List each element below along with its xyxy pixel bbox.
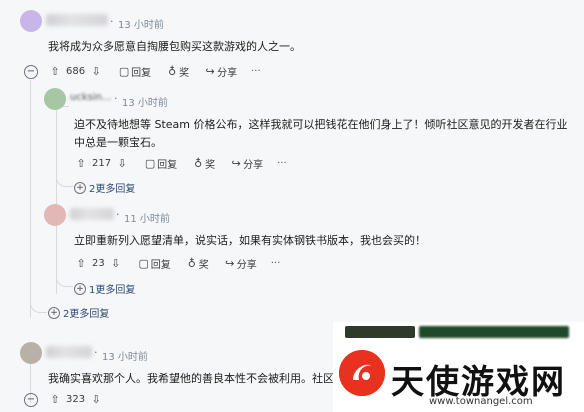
plus-icon: + <box>74 282 86 295</box>
award-label: 奖 <box>198 260 209 271</box>
vote-count: 686 <box>66 66 86 77</box>
comment-icon: ▢ <box>138 257 149 270</box>
award-button[interactable]: ♁ 奖 <box>191 156 215 171</box>
comment: ucksin... · 13 小时前 迫不及待地想等 Steam 价格公布，这样… <box>0 86 584 196</box>
comment-text: 立即重新列入愿望清单，说实话，如果有实体钢铁书版本，我也会买的！ <box>74 234 426 247</box>
vote-count: 217 <box>92 158 112 169</box>
avatar[interactable] <box>44 204 66 226</box>
comment-time: 13 小时前 <box>122 98 168 109</box>
share-button[interactable]: ↪ 分享 <box>223 256 257 271</box>
arrow-down-icon[interactable]: ⇩ <box>89 393 103 406</box>
reply-label: 回复 <box>150 260 171 271</box>
watermark-bar <box>345 326 415 338</box>
action-bar: ⇧ 217 ⇩ ▢ 回复 ♁ 奖 ↪ 分享 ··· <box>74 156 287 171</box>
watermark-overlay: 天使游戏网 www.townangel.com <box>333 322 584 412</box>
share-button[interactable]: ↪ 分享 <box>229 156 263 171</box>
more-options-icon[interactable]: ··· <box>271 258 281 269</box>
vote-count: 323 <box>66 394 86 405</box>
comment-time: 11 小时前 <box>124 214 170 225</box>
share-icon: ↪ <box>225 257 235 270</box>
action-bar: ⇧ 323 ⇩ <box>48 393 103 406</box>
arrow-up-icon[interactable]: ⇧ <box>74 157 88 170</box>
more-replies-link[interactable]: +2更多回复 <box>74 180 135 195</box>
award-button[interactable]: ♁ 奖 <box>185 256 209 271</box>
reply-button[interactable]: ▢ 回复 <box>117 64 151 79</box>
separator-dot: · <box>94 346 98 359</box>
comment-icon: ▢ <box>144 157 156 170</box>
separator-dot: · <box>114 92 118 105</box>
vote-count: 23 <box>92 258 105 269</box>
username-blurred[interactable] <box>70 208 114 220</box>
arrow-up-icon[interactable]: ⇧ <box>74 257 88 270</box>
share-icon: ↪ <box>205 65 215 78</box>
username[interactable]: ucksin... <box>70 92 112 103</box>
username-blurred[interactable] <box>46 346 92 358</box>
comment-text: 我将成为众多愿意自掏腰包购买这款游戏的人之一。 <box>48 40 301 53</box>
more-replies-label: 2更多回复 <box>89 184 136 195</box>
more-replies-link[interactable]: +2更多回复 <box>48 305 109 320</box>
watermark-logo-icon <box>339 350 385 396</box>
share-button[interactable]: ↪ 分享 <box>203 64 237 79</box>
comment-text: 迫不及待地想等 Steam 价格公布，这样我就可以把钱花在他们身上了！倾听社区意… <box>74 118 568 149</box>
award-label: 奖 <box>205 160 216 171</box>
arrow-down-icon[interactable]: ⇩ <box>89 65 103 78</box>
arrow-up-icon[interactable]: ⇧ <box>48 65 62 78</box>
watermark-url: www.townangel.com <box>429 396 533 407</box>
award-icon: ♁ <box>187 257 196 270</box>
reply-label: 回复 <box>157 160 178 171</box>
more-replies-link[interactable]: +1更多回复 <box>74 281 135 296</box>
more-replies-label: 2更多回复 <box>63 309 110 320</box>
plus-icon: + <box>48 306 60 319</box>
plus-icon: + <box>74 181 86 194</box>
comment-time: 13 小时前 <box>102 352 148 363</box>
comment: · 13 小时前 我将成为众多愿意自掏腰包购买这款游戏的人之一。 − ⇧ 686… <box>0 0 584 80</box>
award-button[interactable]: ♁ 奖 <box>165 64 189 79</box>
reply-label: 回复 <box>131 68 152 79</box>
watermark-bar <box>419 326 569 338</box>
more-replies-label: 1更多回复 <box>89 285 136 296</box>
comment: · 11 小时前 立即重新列入愿望清单，说实话，如果有实体钢铁书版本，我也会买的… <box>0 202 584 302</box>
reply-button[interactable]: ▢ 回复 <box>143 156 177 171</box>
comment-icon: ▢ <box>118 65 130 78</box>
separator-dot: · <box>116 208 120 221</box>
comment-text: 我确实喜欢那个人。我希望他的善良本性不会被利用。社区应 <box>48 372 345 385</box>
share-label: 分享 <box>217 68 238 79</box>
reply-button[interactable]: ▢ 回复 <box>137 256 171 271</box>
collapse-icon[interactable]: − <box>24 393 38 407</box>
action-bar: ⇧ 686 ⇩ ▢ 回复 ♁ 奖 ↪ 分享 ··· <box>48 64 261 79</box>
separator-dot: · <box>110 15 114 28</box>
more-options-icon[interactable]: ··· <box>277 158 287 169</box>
share-label: 分享 <box>243 160 264 171</box>
avatar[interactable] <box>20 10 42 32</box>
username-blurred[interactable] <box>46 14 108 26</box>
arrow-down-icon[interactable]: ⇩ <box>115 157 129 170</box>
avatar[interactable] <box>20 342 42 364</box>
share-icon: ↪ <box>231 157 241 170</box>
award-icon: ♁ <box>194 157 203 170</box>
share-label: 分享 <box>236 260 257 271</box>
comment-time: 13 小时前 <box>118 20 164 31</box>
avatar[interactable] <box>44 88 66 110</box>
collapse-icon[interactable]: − <box>24 65 38 79</box>
more-options-icon[interactable]: ··· <box>251 66 261 77</box>
award-icon: ♁ <box>168 65 177 78</box>
award-label: 奖 <box>179 68 190 79</box>
arrow-up-icon[interactable]: ⇧ <box>48 393 62 406</box>
action-bar: ⇧ 23 ⇩ ▢ 回复 ♁ 奖 ↪ 分享 ··· <box>74 256 280 271</box>
arrow-down-icon[interactable]: ⇩ <box>109 257 123 270</box>
